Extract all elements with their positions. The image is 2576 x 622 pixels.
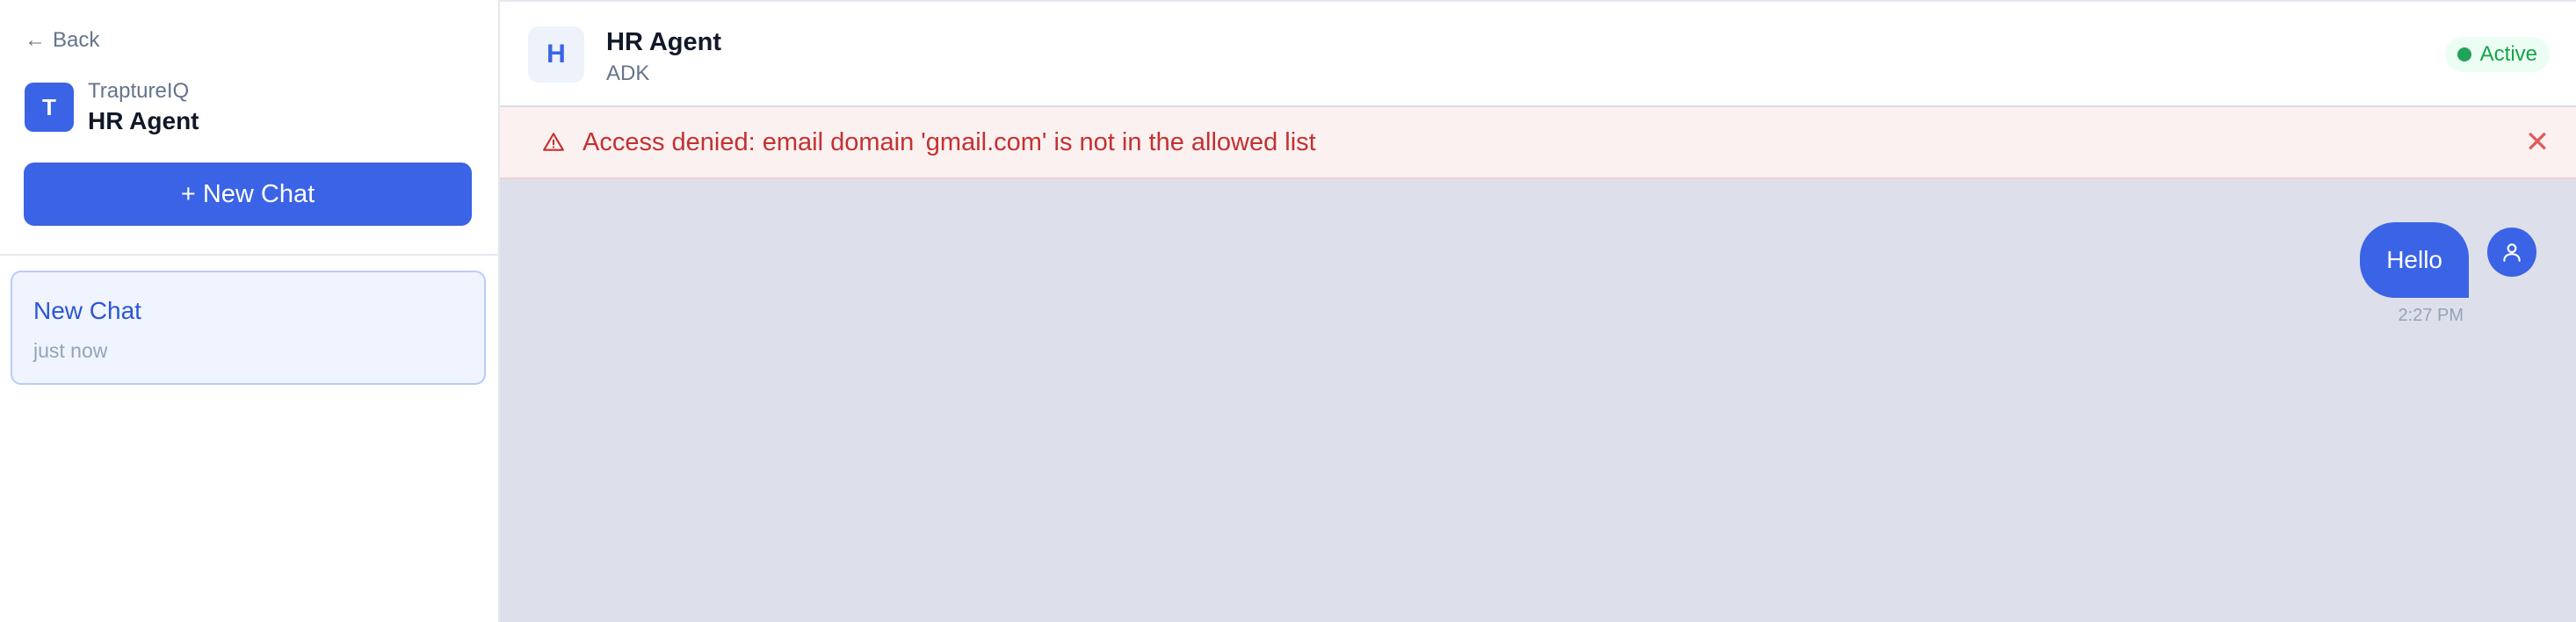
alert-message: Access denied: email domain 'gmail.com' … [582,127,1316,156]
close-icon[interactable]: ✕ [2522,127,2553,158]
agent-name: HR Agent [606,28,722,56]
user-icon [2487,228,2536,277]
chat-header: H HR Agent ADK Active [500,0,2576,107]
agent-avatar: H [528,26,584,83]
chat-panel: H HR Agent ADK Active Access denied: ema… [500,0,2576,622]
back-link[interactable]: ← Back [25,28,99,53]
chat-list: New Chat just now [11,271,486,385]
back-label: Back [53,28,100,52]
status-badge: Active [2444,37,2550,72]
message-timestamp: 2:27 PM [2398,306,2464,325]
app: ← Back T TraptureIQ HR Agent + New Chat … [0,0,2576,622]
chat-list-item[interactable]: New Chat just now [11,271,486,385]
chat-item-time: just now [33,339,108,362]
brand-name: HR Agent [88,107,199,134]
warning-triangle-icon [542,131,565,154]
brand-avatar: T [25,83,74,132]
status-dot-icon [2457,47,2471,61]
new-chat-button[interactable]: + New Chat [24,163,472,226]
agent-subtitle: ADK [606,61,650,85]
user-message-bubble: Hello [2360,222,2469,298]
chat-item-title: New Chat [33,297,141,324]
sidebar-divider [0,254,498,256]
brand: T TraptureIQ HR Agent [25,79,199,135]
brand-text: TraptureIQ HR Agent [88,79,199,135]
status-label: Active [2479,42,2537,66]
sidebar: ← Back T TraptureIQ HR Agent + New Chat … [0,0,500,622]
brand-org: TraptureIQ [88,79,190,103]
arrow-left-icon: ← [25,28,46,52]
error-alert: Access denied: email domain 'gmail.com' … [500,107,2576,179]
message-list: Hello 2:27 PM [500,179,2576,622]
